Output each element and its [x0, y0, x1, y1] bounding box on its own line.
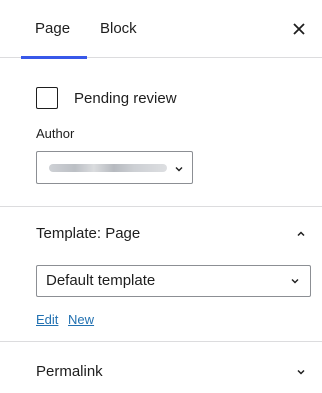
edit-template-link[interactable]: Edit [36, 312, 58, 327]
pending-review-checkbox[interactable] [36, 87, 58, 109]
template-select[interactable]: Default template [36, 265, 311, 297]
chevron-up-icon [297, 231, 305, 237]
chevron-down-icon [291, 279, 299, 284]
author-value-redacted [49, 164, 167, 172]
pending-review-row: Pending review [36, 86, 177, 110]
template-links: Edit New [36, 312, 100, 327]
template-selected-value: Default template [46, 272, 156, 289]
template-section-title: Template: Page [36, 225, 141, 242]
pending-review-label[interactable]: Pending review [74, 90, 177, 107]
sidebar-tabs: Page Block [0, 0, 322, 59]
tab-block[interactable]: Block [100, 0, 137, 58]
tab-page[interactable]: Page [21, 0, 87, 59]
new-template-link[interactable]: New [68, 312, 94, 327]
permalink-section-title: Permalink [36, 363, 103, 380]
section-divider [0, 341, 322, 342]
author-select[interactable] [36, 151, 193, 184]
close-icon [293, 23, 305, 35]
chevron-down-icon [175, 167, 183, 172]
active-tab-indicator [21, 56, 87, 59]
sidebar-panel: Page Block Pending review Author Templat… [0, 0, 322, 393]
tab-page-label: Page [35, 20, 71, 37]
author-label: Author [36, 126, 75, 141]
chevron-down-icon [297, 369, 305, 375]
close-button[interactable] [290, 20, 308, 38]
section-divider [0, 206, 322, 207]
permalink-section-toggle[interactable]: Permalink [0, 360, 322, 384]
tab-block-label: Block [100, 20, 137, 37]
template-section-toggle[interactable]: Template: Page [0, 222, 322, 246]
